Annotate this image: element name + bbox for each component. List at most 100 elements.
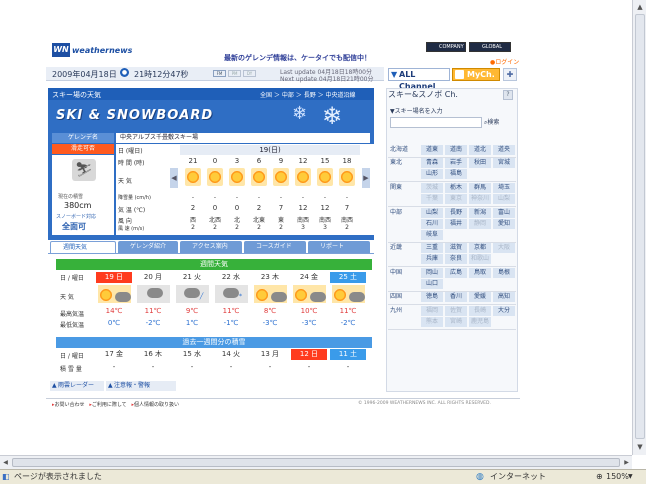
area-button[interactable]: 道東 — [421, 145, 443, 155]
area-button[interactable]: 群馬 — [469, 183, 491, 193]
tab-resort-intro[interactable]: ゲレンダ紹介 — [118, 241, 178, 253]
scroll-up-icon[interactable]: ▲ — [635, 2, 645, 12]
area-button[interactable]: 香川 — [445, 292, 467, 302]
weekly-weather-label: 天 気 — [60, 294, 74, 301]
region-name[interactable]: 中部 — [390, 208, 416, 218]
snowfall-cell: - — [257, 194, 261, 201]
snowfall-cell: - — [191, 194, 195, 201]
zoom-level[interactable]: 150% — [606, 470, 629, 484]
next-hours-arrow[interactable]: ▶ — [362, 168, 370, 188]
vertical-scrollbar[interactable]: ▲ ▼ — [632, 0, 646, 455]
pm-button[interactable]: PM — [228, 70, 241, 77]
max-temp-cell: 9℃ — [185, 307, 199, 315]
area-button[interactable]: 兵庫 — [421, 254, 443, 264]
region-name[interactable]: 九州 — [390, 306, 416, 316]
area-button[interactable]: 道央 — [493, 145, 515, 155]
area-button[interactable]: 富山 — [493, 208, 515, 218]
breadcrumb-zenkoku[interactable]: 全国 — [260, 92, 272, 99]
scroll-down-icon[interactable]: ▼ — [635, 442, 645, 452]
area-button[interactable]: 福井 — [445, 219, 467, 229]
privacy-link[interactable]: ▸個人情報の取り扱い — [131, 402, 179, 408]
area-button[interactable]: 石川 — [421, 219, 443, 229]
weekly-weather-cell — [254, 285, 287, 303]
region-name[interactable]: 近畿 — [390, 243, 416, 253]
search-button[interactable]: ⌕検索 — [484, 117, 514, 128]
area-button[interactable]: 長野 — [445, 208, 467, 218]
resort-search-input[interactable] — [390, 117, 482, 128]
area-button[interactable]: 山梨 — [421, 208, 443, 218]
area-button[interactable]: 山形 — [421, 169, 443, 179]
area-button[interactable]: 岩手 — [445, 158, 467, 168]
promo-text[interactable]: 最新のゲレンデ情報は、ケータイでも配信中！ — [224, 53, 371, 63]
prev-hours-arrow[interactable]: ◀ — [170, 168, 178, 188]
region-name[interactable]: 四国 — [390, 292, 416, 302]
area-button[interactable]: 岐阜 — [421, 230, 443, 240]
add-channel-button[interactable]: ✚ — [503, 68, 517, 81]
area-button[interactable]: 道北 — [469, 145, 491, 155]
scroll-left-icon[interactable]: ◀ — [1, 458, 10, 467]
weathernews-logo-text[interactable]: weathernews — [72, 46, 132, 55]
scroll-right-icon[interactable]: ▶ — [622, 458, 631, 467]
weathernews-logo-mark[interactable]: WN — [52, 43, 70, 57]
breadcrumb-nagano[interactable]: 長野 — [304, 92, 316, 99]
area-button[interactable]: 秋田 — [469, 158, 491, 168]
tab-weekly[interactable]: 週間天気 — [50, 241, 116, 253]
area-button[interactable]: 山口 — [421, 279, 443, 289]
help-icon[interactable]: ? — [503, 90, 513, 100]
tab-access[interactable]: アクセス案内 — [180, 241, 242, 253]
breadcrumb-chuodo[interactable]: 中央道沿線 — [326, 92, 356, 99]
rain-radar-link[interactable]: ▲ 雨雲レーダー — [50, 381, 104, 391]
area-button[interactable]: 滋賀 — [445, 243, 467, 253]
global-button[interactable]: GLOBAL — [469, 42, 511, 52]
min-temp-cell: -3℃ — [262, 319, 278, 327]
horizontal-scrollbar[interactable]: ◀ ▶ — [0, 455, 632, 469]
area-button[interactable]: 埼玉 — [493, 183, 515, 193]
terms-link[interactable]: ▸ご利用に際して — [89, 402, 126, 408]
area-button[interactable]: 青森 — [421, 158, 443, 168]
warnings-label: 注意報・警報 — [114, 382, 151, 389]
weekly-weather-cell — [137, 285, 170, 303]
area-button[interactable]: 道南 — [445, 145, 467, 155]
area-button[interactable]: 広島 — [445, 268, 467, 278]
all-channel-tab[interactable]: ▼ ALL Channel — [388, 68, 450, 91]
region-name[interactable]: 関東 — [390, 183, 416, 193]
area-button[interactable]: 新潟 — [469, 208, 491, 218]
fm-button[interactable]: FM — [213, 70, 226, 77]
breadcrumb-chubu[interactable]: 中部 — [282, 92, 294, 99]
region-name[interactable]: 東北 — [390, 158, 416, 168]
max-temp-cell: 10℃ — [300, 307, 318, 315]
area-button[interactable]: 高知 — [493, 292, 515, 302]
region-name[interactable]: 中国 — [390, 268, 416, 278]
area-button[interactable]: 福島 — [445, 169, 467, 179]
zoom-dropdown-icon[interactable]: ▼ — [628, 470, 633, 484]
my-channel-tab[interactable]: MyCh. — [452, 68, 500, 81]
my-channel-label: MyCh. — [467, 70, 495, 79]
area-button[interactable]: 岡山 — [421, 268, 443, 278]
search-label-text: スキー場名を入力 — [394, 108, 443, 115]
area-button[interactable]: 三重 — [421, 243, 443, 253]
area-button[interactable]: 愛知 — [493, 219, 515, 229]
copyright: © 1996-2009 WEATHERNEWS INC. ALL RIGHTS … — [358, 401, 491, 406]
min-temp-cell: -2℃ — [145, 319, 161, 327]
tab-course-guide[interactable]: コースガイド — [244, 241, 306, 253]
horizontal-scroll-thumb[interactable] — [12, 458, 620, 467]
tab-report[interactable]: リポート — [308, 241, 370, 253]
contact-link[interactable]: ▸お問い合わせ — [52, 402, 85, 408]
area-button[interactable]: 栃木 — [445, 183, 467, 193]
area-button[interactable]: 宮城 — [493, 158, 515, 168]
login-link[interactable]: ●ログイン — [490, 57, 519, 66]
area-button[interactable]: 島根 — [493, 268, 515, 278]
area-button[interactable]: 大分 — [493, 306, 515, 316]
warnings-link[interactable]: ▲ 注意報・警報 — [106, 381, 176, 391]
area-button[interactable]: 奈良 — [445, 254, 467, 264]
area-button[interactable]: 徳島 — [421, 292, 443, 302]
resort-name: 中央アルプス千畳敷スキー場 — [116, 133, 370, 143]
company-button[interactable]: COMPANY — [426, 42, 466, 52]
region-name[interactable]: 北海道 — [390, 145, 416, 155]
sunny-icon — [274, 170, 288, 184]
area-button[interactable]: 鳥取 — [469, 268, 491, 278]
dy-button[interactable]: DY — [243, 70, 256, 77]
vertical-scroll-thumb[interactable] — [635, 14, 645, 439]
area-button[interactable]: 京都 — [469, 243, 491, 253]
area-button[interactable]: 愛媛 — [469, 292, 491, 302]
